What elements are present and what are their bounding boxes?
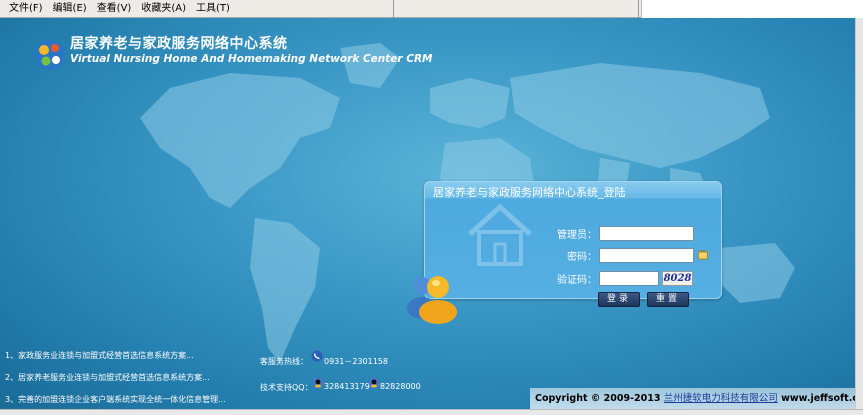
qq-icon xyxy=(368,377,380,389)
news-item[interactable]: 1、家政服务业连锁与加盟式经营首选信息系统方案... xyxy=(5,350,194,361)
captcha-label: 验证码： xyxy=(557,274,597,286)
user-avatar-icon xyxy=(407,276,457,324)
login-panel: 居家养老与家政服务网络中心系统_登陆 管理员： 密码： 验证码： 8028 登录… xyxy=(424,181,722,307)
company-link[interactable]: 兰州捷软电力科技有限公司 xyxy=(664,393,778,404)
app-title-english: Virtual Nursing Home And Homemaking Netw… xyxy=(70,53,433,65)
keyboard-icon[interactable] xyxy=(698,250,708,260)
status-bar xyxy=(0,409,863,415)
website-text: www.jeffsoft.cn xyxy=(781,393,855,404)
admin-input[interactable] xyxy=(599,225,694,241)
menu-bar: 文件(F) 编辑(E) 查看(V) 收藏夹(A) 工具(T) xyxy=(0,0,863,18)
login-button[interactable]: 登录 xyxy=(598,292,640,307)
password-input[interactable] xyxy=(599,247,694,263)
qq-number-1[interactable]: 328413179 xyxy=(324,382,370,391)
news-item[interactable]: 3、完善的加盟连锁企业客户端系统实现全统一体化信息管理... xyxy=(5,394,226,405)
news-item[interactable]: 2、居家养老服务业连锁与加盟式经营首选信息系统方案... xyxy=(5,372,210,383)
captcha-image[interactable]: 8028 xyxy=(662,270,693,286)
admin-label: 管理员： xyxy=(557,229,597,241)
hotline-number: 0931－2301158 xyxy=(324,357,388,366)
login-page-background: 居家养老与家政服务网络中心系统 Virtual Nursing Home And… xyxy=(0,18,855,409)
menu-view[interactable]: 查看(V) xyxy=(92,0,137,18)
captcha-row: 验证码： 8028 xyxy=(535,270,693,286)
menu-edit[interactable]: 编辑(E) xyxy=(48,0,92,18)
admin-row: 管理员： xyxy=(535,225,694,241)
password-label: 密码： xyxy=(567,251,597,263)
qq-icon xyxy=(312,377,324,389)
hotline-label: 客服务热线： xyxy=(260,357,308,366)
app-title-chinese: 居家养老与家政服务网络中心系统 xyxy=(70,36,288,52)
house-icon xyxy=(468,203,532,266)
password-row: 密码： xyxy=(535,247,708,263)
toolbar-blank-area xyxy=(641,0,863,18)
vertical-scrollbar[interactable] xyxy=(855,18,863,409)
logo-icon xyxy=(35,40,65,70)
phone-icon xyxy=(311,350,323,362)
reset-button[interactable]: 重置 xyxy=(647,292,689,307)
login-panel-title: 居家养老与家政服务网络中心系统_登陆 xyxy=(433,186,626,199)
qq-support-label: 技术支持QQ： xyxy=(260,383,313,392)
qq-number-2[interactable]: 82828000 xyxy=(380,382,421,391)
captcha-input[interactable] xyxy=(599,270,659,286)
menu-favorites[interactable]: 收藏夹(A) xyxy=(136,0,191,18)
copyright-text: Copyright © 2009-2013 xyxy=(535,393,661,404)
menu-file[interactable]: 文件(F) xyxy=(4,0,48,18)
menu-tools[interactable]: 工具(T) xyxy=(191,0,235,18)
toolbar-separator xyxy=(393,0,639,18)
copyright-bar: Copyright © 2009-2013 兰州捷软电力科技有限公司 www.j… xyxy=(530,388,855,409)
